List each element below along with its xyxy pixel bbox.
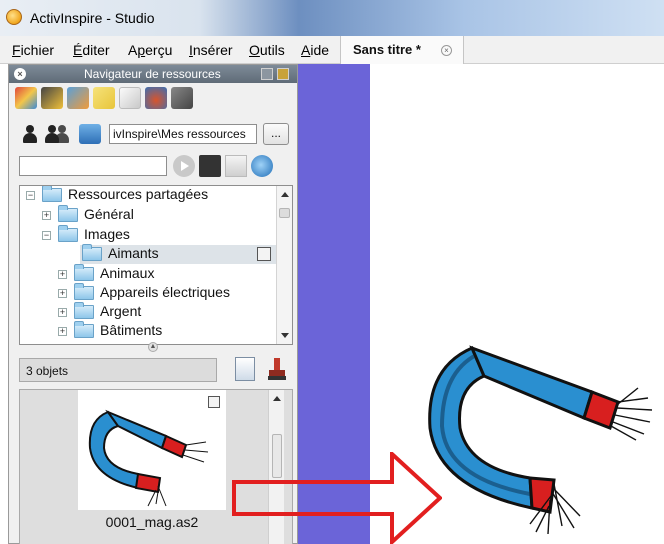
drag-arrow-icon <box>232 452 442 544</box>
menu-apercu[interactable]: Aperçu <box>128 42 172 58</box>
item-menu-icon[interactable] <box>257 247 271 261</box>
resource-location-row: ivInspire\Mes ressources ... <box>19 121 293 147</box>
properties-browser-icon[interactable] <box>119 87 141 109</box>
document-tab-label: Sans titre * <box>353 42 421 57</box>
expand-icon[interactable]: + <box>58 270 67 279</box>
folder-icon <box>74 321 94 338</box>
search-row <box>19 153 293 179</box>
tree-scrollbar[interactable] <box>276 186 292 344</box>
search-icon[interactable] <box>251 155 273 177</box>
folder-icon <box>82 244 102 261</box>
tree-item-label: Aimants <box>108 245 159 261</box>
menu-fichier[interactable]: Fichier <box>12 42 54 58</box>
tree-item-label: Images <box>84 226 130 242</box>
tree-item-label: Général <box>84 206 134 222</box>
window-title: ActivInspire - Studio <box>30 10 155 26</box>
folder-icon <box>58 205 78 222</box>
title-bar: ActivInspire - Studio <box>0 0 664 36</box>
browser-toolbar <box>15 87 235 113</box>
stamp-icon[interactable] <box>267 357 287 381</box>
resource-path-field[interactable]: ivInspire\Mes ressources <box>109 124 257 144</box>
thumbnail-caption: 0001_mag.as2 <box>105 514 199 530</box>
play-icon[interactable] <box>173 155 195 177</box>
object-count: 3 objets <box>19 358 217 382</box>
notes-browser-icon[interactable] <box>93 87 115 109</box>
page-browser-icon[interactable] <box>67 87 89 109</box>
expand-icon[interactable]: + <box>58 308 67 317</box>
objects-row: 3 objets <box>19 357 293 383</box>
menu-aide[interactable]: Aide <box>301 42 329 58</box>
computer-icon[interactable] <box>79 124 101 144</box>
tree-item-label: Animaux <box>100 265 155 281</box>
folder-icon <box>58 225 78 242</box>
app-icon <box>6 9 22 25</box>
voting-browser-icon[interactable] <box>145 87 167 109</box>
resource-tree[interactable]: − Ressources partagées + Général − Image… <box>19 185 293 345</box>
close-icon[interactable]: × <box>441 45 452 56</box>
collapse-icon[interactable]: − <box>26 191 35 200</box>
menu-inserer[interactable]: Insérer <box>189 42 233 58</box>
expand-icon[interactable]: + <box>58 327 67 336</box>
tree-item-label: Appareils électriques <box>100 284 230 300</box>
folder-icon <box>74 264 94 281</box>
panel-header: × Navigateur de ressources <box>9 65 297 83</box>
scroll-thumb[interactable] <box>279 208 290 218</box>
object-browser-icon[interactable] <box>171 87 193 109</box>
magnet-thumbnail-image <box>88 409 209 507</box>
tree-item-label: Ressources partagées <box>68 186 209 202</box>
resource-thumbnail[interactable] <box>78 390 226 510</box>
panel-title: Navigateur de ressources <box>84 67 221 81</box>
shared-resources-icon-2 <box>55 125 69 143</box>
action-browser-icon[interactable] <box>41 87 63 109</box>
tree-item-label: Argent <box>100 303 142 319</box>
document-tab[interactable]: Sans titre * × <box>340 36 464 64</box>
expand-icon[interactable]: + <box>42 211 51 220</box>
browse-path-button[interactable]: ... <box>263 123 289 145</box>
splitter-handle-icon[interactable]: ▲ <box>148 342 158 352</box>
panel-pin-icon[interactable] <box>277 68 289 80</box>
collapse-icon[interactable]: − <box>42 231 51 240</box>
menu-editer[interactable]: Éditer <box>73 42 110 58</box>
resource-library-icon[interactable] <box>15 87 37 109</box>
folder-icon <box>74 302 94 319</box>
panel-close-icon[interactable]: × <box>14 68 26 80</box>
app-window: ActivInspire - Studio Fichier Éditer Ape… <box>0 0 664 544</box>
expand-icon[interactable]: + <box>58 289 67 298</box>
menu-outils[interactable]: Outils <box>249 42 285 58</box>
tree-item-aimants[interactable]: Aimants <box>58 244 278 264</box>
search-input[interactable] <box>19 156 167 176</box>
scroll-down-icon[interactable] <box>281 333 289 338</box>
item-menu-icon[interactable] <box>208 396 220 408</box>
folder-icon <box>74 283 94 300</box>
magnet-image <box>428 345 653 535</box>
panel-menu-icon[interactable] <box>261 68 273 80</box>
document-icon[interactable] <box>225 155 247 177</box>
folder-icon <box>42 186 62 202</box>
scroll-up-icon[interactable] <box>281 192 289 197</box>
scroll-up-icon[interactable] <box>273 396 281 401</box>
my-resources-icon[interactable] <box>23 125 37 143</box>
properties-icon[interactable] <box>235 357 255 381</box>
filter-icon[interactable] <box>199 155 221 177</box>
tree-item-label: Bâtiments <box>100 322 163 338</box>
menu-bar: Fichier Éditer Aperçu Insérer Outils Aid… <box>0 36 664 64</box>
